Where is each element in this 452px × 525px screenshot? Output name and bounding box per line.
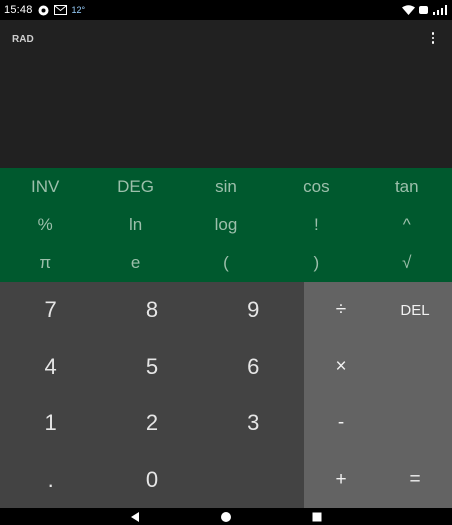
status-time: 15:48 — [4, 4, 33, 16]
signal-icon — [432, 5, 448, 15]
advanced-row: π e ( ) √ — [0, 244, 452, 282]
e-button[interactable]: e — [90, 244, 180, 282]
percent-button[interactable]: % — [0, 206, 90, 244]
deg-button[interactable]: DEG — [90, 168, 180, 206]
home-icon[interactable] — [220, 511, 232, 523]
wifi-icon — [401, 5, 415, 15]
operator-row: - — [304, 395, 452, 452]
pi-button[interactable]: π — [0, 244, 90, 282]
advanced-pad: INV DEG sin cos tan % ln log ! ^ π e ( )… — [0, 168, 452, 282]
decimal-point-button[interactable]: . — [0, 452, 101, 509]
numeric-row: . 0 — [0, 452, 304, 509]
message-icon — [53, 5, 67, 15]
advanced-row: INV DEG sin cos tan — [0, 168, 452, 206]
more-vert-icon[interactable] — [428, 30, 438, 46]
assistant-icon — [38, 5, 49, 16]
operator-row: × — [304, 339, 452, 396]
equals-button[interactable]: = — [378, 452, 452, 509]
advanced-row: % ln log ! ^ — [0, 206, 452, 244]
status-bar: 15:48 12° — [0, 0, 452, 20]
operator-row: + = — [304, 452, 452, 509]
ln-button[interactable]: ln — [90, 206, 180, 244]
digit-1-button[interactable]: 1 — [0, 395, 101, 452]
numeric-row: 1 2 3 — [0, 395, 304, 452]
multiply-button[interactable]: × — [304, 339, 378, 396]
factorial-button[interactable]: ! — [271, 206, 361, 244]
battery-saver-icon — [418, 6, 428, 14]
open-paren-button[interactable]: ( — [181, 244, 271, 282]
digit-8-button[interactable]: 8 — [101, 282, 202, 339]
empty-key — [378, 395, 452, 452]
calculator-display: RAD — [0, 20, 452, 168]
digit-9-button[interactable]: 9 — [203, 282, 304, 339]
log-button[interactable]: log — [181, 206, 271, 244]
digit-0-button[interactable]: 0 — [101, 452, 202, 509]
cos-button[interactable]: cos — [271, 168, 361, 206]
numeric-row: 4 5 6 — [0, 339, 304, 396]
subtract-button[interactable]: - — [304, 395, 378, 452]
digit-2-button[interactable]: 2 — [101, 395, 202, 452]
digit-3-button[interactable]: 3 — [203, 395, 304, 452]
digit-7-button[interactable]: 7 — [0, 282, 101, 339]
close-paren-button[interactable]: ) — [271, 244, 361, 282]
power-button[interactable]: ^ — [362, 206, 452, 244]
operator-pad: ÷ DEL × - + = — [304, 282, 452, 508]
inv-button[interactable]: INV — [0, 168, 90, 206]
digit-5-button[interactable]: 5 — [101, 339, 202, 396]
tan-button[interactable]: tan — [362, 168, 452, 206]
recents-icon[interactable] — [311, 511, 323, 523]
numeric-pad: 7 8 9 4 5 6 1 2 3 . 0 — [0, 282, 304, 508]
numeric-row: 7 8 9 — [0, 282, 304, 339]
status-temperature: 12° — [71, 5, 86, 15]
delete-button[interactable]: DEL — [378, 282, 452, 339]
navigation-bar — [0, 508, 452, 525]
empty-key — [203, 452, 304, 509]
sqrt-button[interactable]: √ — [362, 244, 452, 282]
angle-mode-label: RAD — [12, 34, 34, 45]
divide-button[interactable]: ÷ — [304, 282, 378, 339]
sin-button[interactable]: sin — [181, 168, 271, 206]
empty-key — [378, 339, 452, 396]
operator-row: ÷ DEL — [304, 282, 452, 339]
back-icon[interactable] — [129, 511, 141, 523]
digit-6-button[interactable]: 6 — [203, 339, 304, 396]
add-button[interactable]: + — [304, 452, 378, 509]
digit-4-button[interactable]: 4 — [0, 339, 101, 396]
